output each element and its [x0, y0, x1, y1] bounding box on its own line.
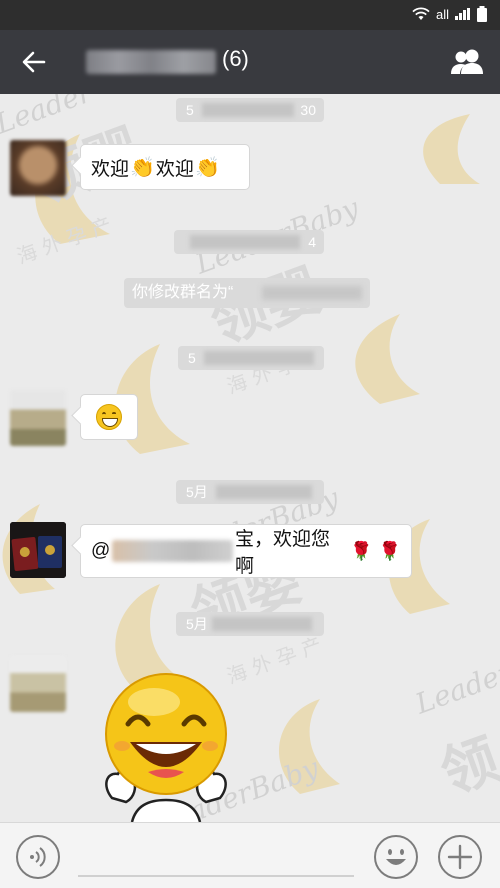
svg-text:Leader: Leader [0, 94, 98, 141]
mention-name-blurred [112, 540, 233, 562]
chat-message-list[interactable]: Leader LeaderBaby LeaderBaby Leader Lead… [0, 94, 500, 822]
status-icons: all [412, 6, 488, 22]
message-text: 欢迎 [155, 158, 194, 180]
message-text: 欢迎 [91, 158, 130, 180]
signal-icon [455, 8, 470, 20]
message-input[interactable] [78, 875, 354, 877]
battery-icon [477, 6, 487, 22]
smiley-sticker-icon[interactable] [92, 668, 242, 822]
rose-icon: 🌹 [350, 540, 373, 561]
voice-icon [30, 847, 46, 867]
plus-icon [447, 844, 473, 870]
message-bubble[interactable]: @ 宝，欢迎您啊 🌹 🌹 [80, 524, 412, 578]
title-bar: (6) [0, 30, 500, 94]
message-bubble[interactable]: 欢迎 👏 欢迎 👏 [80, 144, 250, 190]
timestamp: 5月 [176, 612, 324, 636]
timestamp: 5 [178, 346, 324, 370]
system-message: 你修改群名为“ [124, 278, 370, 308]
member-count: (6) [222, 46, 249, 71]
chat-title-blurred [86, 50, 216, 74]
arrow-left-icon [22, 51, 46, 73]
group-members-icon [451, 49, 483, 74]
avatar[interactable] [10, 390, 66, 446]
rose-icon: 🌹 [378, 540, 401, 561]
timestamp: 5月 [176, 480, 324, 504]
avatar[interactable] [10, 522, 66, 578]
passport-photo [10, 522, 66, 578]
back-button[interactable] [16, 44, 52, 80]
clapping-hands-icon: 👏 [130, 156, 155, 179]
wifi-icon [412, 7, 430, 20]
signal-label: all [435, 6, 449, 22]
svg-text:Leader: Leader [410, 655, 500, 721]
status-bar: all [0, 0, 500, 30]
watermark-logo: Leader LeaderBaby LeaderBaby Leader Lead… [0, 94, 500, 822]
more-options-button[interactable] [438, 835, 482, 879]
timestamp: 5 30 [176, 98, 324, 122]
avatar[interactable] [10, 656, 66, 712]
svg-text:领: 领 [433, 727, 500, 807]
message-text: 宝，欢迎您啊 [234, 529, 330, 577]
avatar[interactable] [10, 140, 66, 196]
mention-prefix: @ [91, 540, 111, 561]
timestamp: 4 [174, 230, 324, 254]
group-members-button[interactable] [448, 44, 486, 80]
emoji-button[interactable] [374, 835, 418, 879]
input-bar [0, 822, 500, 888]
svg-text:海 外 孕 产: 海 外 孕 产 [14, 212, 115, 268]
voice-button[interactable] [16, 835, 60, 879]
message-bubble[interactable] [80, 394, 138, 440]
emoji-icon [386, 849, 406, 865]
clapping-hands-icon: 👏 [194, 156, 220, 179]
grinning-face-icon [96, 404, 122, 430]
